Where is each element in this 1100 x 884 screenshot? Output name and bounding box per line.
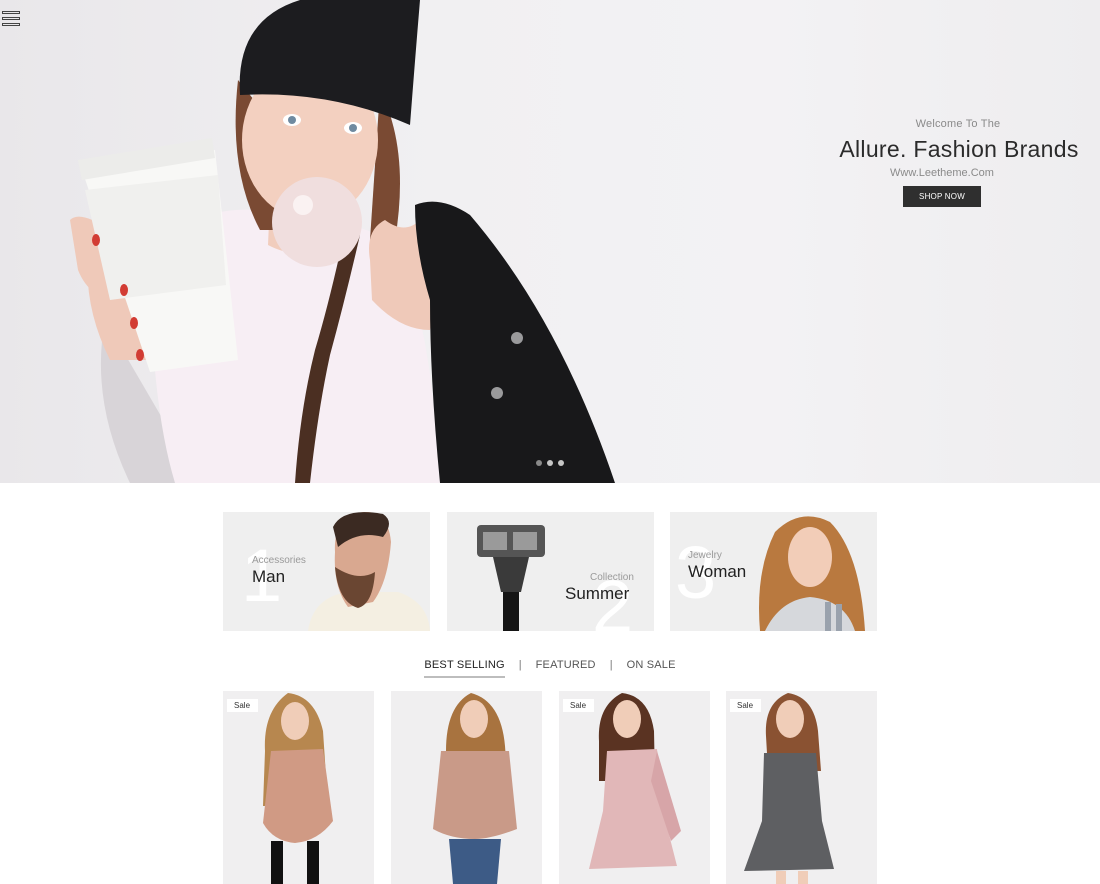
hero-welcome-text: Welcome To The (915, 118, 1001, 130)
hero-slider: Welcome To The Allure. Fashion Brands Ww… (0, 0, 1100, 483)
product-card[interactable]: Sale (223, 691, 374, 884)
shop-now-button[interactable]: SHOP NOW (903, 186, 981, 207)
product-image (744, 693, 834, 884)
slider-pagination (536, 460, 564, 466)
tab-separator: | (518, 659, 522, 671)
tab-separator: | (609, 659, 613, 671)
slider-dot-2[interactable] (547, 460, 553, 466)
tab-best-selling[interactable]: BEST SELLING (424, 659, 506, 678)
banner-category: Collection (590, 572, 634, 583)
hero-image (70, 0, 615, 483)
banner-name: Summer (565, 584, 630, 603)
menu-icon[interactable] (2, 11, 20, 27)
banner-summer[interactable]: 2 Collection Summer (447, 512, 654, 631)
hero-title: Allure. Fashion Brands (839, 136, 1079, 162)
sale-badge: Sale (563, 699, 595, 712)
product-card[interactable]: Sale (559, 691, 710, 884)
banner-category: Accessories (252, 555, 306, 566)
slider-dot-1[interactable] (536, 460, 542, 466)
banner-man[interactable]: 1 Accessories Man (223, 512, 430, 631)
banner-woman[interactable]: 3 Jewelry Woman (670, 512, 877, 631)
hero-url: Www.Leetheme.Com (890, 167, 994, 179)
product-card[interactable]: Sale (726, 691, 877, 884)
product-image (263, 693, 333, 884)
hero-caption: Welcome To The Allure. Fashion Brands Ww… (780, 118, 1100, 207)
banner-name: Woman (688, 562, 747, 581)
product-tabs: BEST SELLING | FEATURED | ON SALE (0, 659, 1100, 678)
banner-category: Jewelry (688, 550, 722, 561)
product-image (433, 693, 517, 884)
tab-on-sale[interactable]: ON SALE (627, 659, 676, 677)
tab-featured[interactable]: FEATURED (536, 659, 596, 677)
product-card[interactable] (391, 691, 542, 884)
banner-name: Man (252, 567, 286, 586)
product-image (589, 693, 681, 869)
sale-badge: Sale (730, 699, 762, 712)
slider-dot-3[interactable] (558, 460, 564, 466)
sale-badge: Sale (227, 699, 259, 712)
